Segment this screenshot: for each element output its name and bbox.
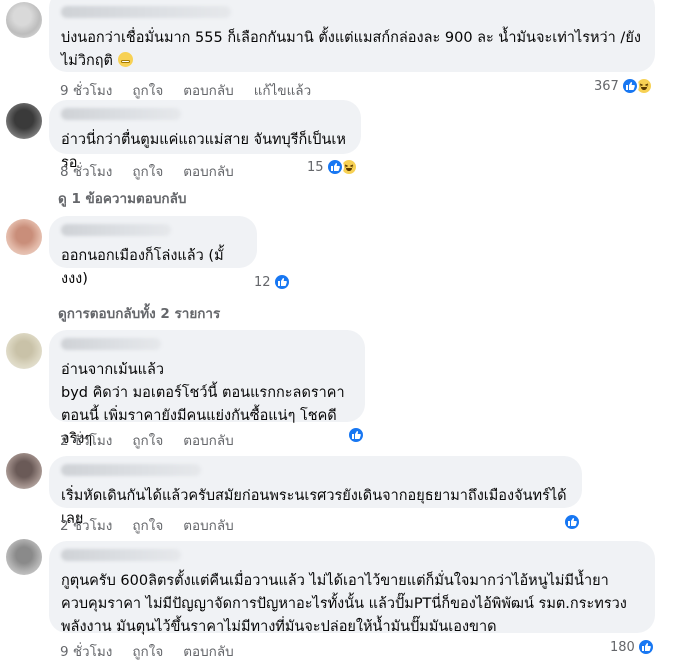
like-reaction-icon: [325, 158, 344, 176]
avatar[interactable]: [6, 453, 42, 489]
comment-bubble: อ่านจากเม้นแล้ว byd คิดว่า มอเตอร์โชว์นี…: [49, 330, 365, 447]
timestamp[interactable]: 8 ชั่วโมง: [60, 160, 112, 182]
timestamp[interactable]: 9 ชั่วโมง: [60, 640, 112, 661]
comment-bubble: อ่าวนี่กว่าตื่นตูมแค่แถวแม่สาย จันทบุรีก…: [49, 100, 361, 171]
reply-button[interactable]: ตอบกลับ: [183, 429, 233, 451]
reaction-summary[interactable]: [563, 513, 581, 531]
reaction-summary[interactable]: 367: [594, 77, 653, 95]
reaction-summary[interactable]: 12: [254, 273, 291, 291]
view-replies-link[interactable]: ดู 1 ข้อความตอบกลับ: [58, 187, 186, 209]
view-replies-label: ดูการตอบกลับทั้ง 2 รายการ: [58, 306, 221, 322]
reaction-summary[interactable]: [347, 426, 365, 444]
reply-button[interactable]: ตอบกลับ: [183, 79, 233, 101]
author-name-blurred[interactable]: [61, 464, 201, 476]
author-name-blurred[interactable]: [61, 108, 181, 120]
comment-bubble: เริ่มหัดเดินกันได้แล้วครับสมัยก่อนพระนเร…: [49, 456, 582, 527]
author-name-blurred[interactable]: [61, 338, 161, 350]
author-name-blurred[interactable]: [61, 6, 231, 18]
author-name-blurred[interactable]: [61, 224, 171, 236]
reaction-summary[interactable]: 180: [610, 638, 655, 656]
grimace-emoji-icon: [117, 52, 133, 67]
comment-bubble: ออกนอกเมืองก็โล่งแล้ว (มั้งงง): [49, 216, 257, 287]
like-reaction-icon: [636, 638, 655, 656]
comment-actions: 9 ชั่วโมง ถูกใจ ตอบกลับ: [60, 640, 234, 661]
reaction-count: 367: [594, 78, 619, 94]
like-reaction-icon: [620, 77, 639, 95]
like-button[interactable]: ถูกใจ: [132, 79, 163, 101]
avatar[interactable]: [6, 539, 42, 575]
like-button[interactable]: ถูกใจ: [132, 160, 163, 182]
comment-actions: 2 ชั่วโมง ถูกใจ ตอบกลับ: [60, 429, 234, 451]
avatar[interactable]: [6, 103, 42, 139]
author-name-blurred[interactable]: [61, 549, 181, 561]
avatar[interactable]: [6, 2, 42, 38]
reaction-count: 12: [254, 274, 271, 290]
view-replies-label: ดู 1 ข้อความตอบกลับ: [58, 191, 187, 207]
comment-bubble: บ่งนอกว่าเชื่อมั่นมาก 555 ก็เลือกกันมานิ…: [49, 0, 655, 72]
comment-actions: 9 ชั่วโมง ถูกใจ ตอบกลับ แก้ไขแล้ว: [60, 79, 311, 101]
avatar[interactable]: [6, 333, 42, 369]
edited-label[interactable]: แก้ไขแล้ว: [254, 79, 311, 101]
like-reaction-icon: [563, 513, 581, 531]
like-reaction-icon: [347, 426, 365, 444]
comment-actions: 8 ชั่วโมง ถูกใจ ตอบกลับ: [60, 160, 234, 182]
reaction-count: 15: [307, 159, 324, 175]
reply-button[interactable]: ตอบกลับ: [183, 514, 233, 536]
reply-button[interactable]: ตอบกลับ: [183, 160, 233, 182]
reply-button[interactable]: ตอบกลับ: [183, 640, 233, 661]
comment-text: ออกนอกเมืองก็โล่งแล้ว (มั้งงง): [61, 248, 224, 287]
like-button[interactable]: ถูกใจ: [132, 429, 163, 451]
comment-actions: 2 ชั่วโมง ถูกใจ ตอบกลับ: [60, 514, 234, 536]
like-button[interactable]: ถูกใจ: [132, 640, 163, 661]
timestamp[interactable]: 2 ชั่วโมง: [60, 429, 112, 451]
reaction-summary[interactable]: 15: [307, 158, 358, 176]
avatar[interactable]: [6, 219, 42, 255]
comment-text: บ่งนอกว่าเชื่อมั่นมาก 555 ก็เลือกกันมานิ…: [61, 30, 641, 69]
like-reaction-icon: [272, 273, 291, 291]
like-button[interactable]: ถูกใจ: [132, 514, 163, 536]
reaction-count: 180: [610, 639, 635, 655]
comment-text: กูตุนครับ 600ลิตรตั้งแต่คืนเมื่อวานแล้ว …: [61, 573, 627, 635]
view-replies-link[interactable]: ดูการตอบกลับทั้ง 2 รายการ: [58, 302, 220, 324]
timestamp[interactable]: 9 ชั่วโมง: [60, 79, 112, 101]
comment-bubble: กูตุนครับ 600ลิตรตั้งแต่คืนเมื่อวานแล้ว …: [49, 541, 655, 635]
timestamp[interactable]: 2 ชั่วโมง: [60, 514, 112, 536]
